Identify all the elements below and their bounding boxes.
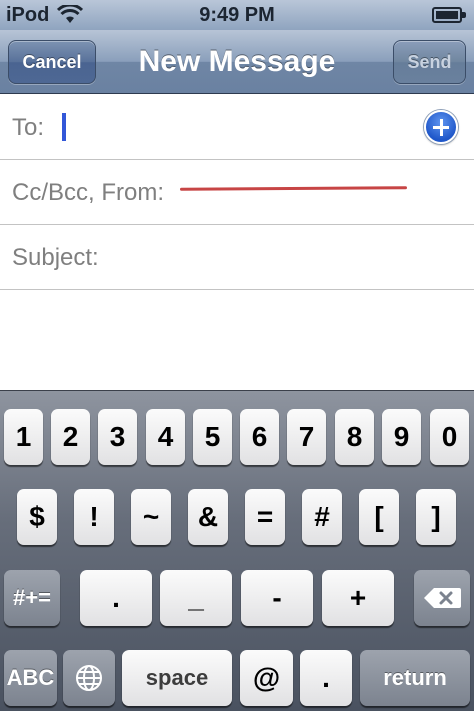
status-bar: iPod 9:49 PM [0,0,474,30]
key-9[interactable]: 9 [382,409,421,465]
abc-key[interactable]: ABC [4,650,57,706]
key-plus[interactable]: + [322,570,394,626]
key-6[interactable]: 6 [240,409,279,465]
key-equals[interactable]: = [245,489,285,545]
send-button[interactable]: Send [393,40,466,84]
more-symbols-key[interactable]: #+= [4,570,60,626]
battery-icon [432,7,466,23]
key-3[interactable]: 3 [98,409,137,465]
key-5[interactable]: 5 [193,409,232,465]
globe-key[interactable] [63,650,115,706]
key-left-bracket[interactable]: [ [359,489,399,545]
key-4[interactable]: 4 [146,409,185,465]
to-label: To: [12,114,45,141]
key-underscore[interactable]: _ [160,570,232,626]
delete-icon [424,588,461,608]
keyboard: 1 2 3 4 5 6 7 8 9 0 $ ! ~ & = # [ ] #+= … [0,390,474,711]
key-0[interactable]: 0 [430,409,469,465]
cc-bcc-from-field[interactable]: Cc/Bcc, From: [0,160,474,225]
cc-bcc-from-label: Cc/Bcc, From: [12,179,165,206]
text-cursor [62,113,66,141]
page-title: New Message [138,45,336,78]
key-1[interactable]: 1 [4,409,43,465]
key-hash[interactable]: # [302,489,342,545]
key-dollar[interactable]: $ [17,489,57,545]
subject-label: Subject: [12,244,99,271]
add-contact-button[interactable] [424,110,458,144]
message-body[interactable] [0,290,474,390]
to-field[interactable]: To: [0,95,474,160]
delete-key[interactable] [414,570,470,626]
key-at[interactable]: @ [240,650,293,706]
key-right-bracket[interactable]: ] [416,489,456,545]
carrier-label: iPod [6,3,50,26]
key-2[interactable]: 2 [51,409,90,465]
key-tilde[interactable]: ~ [131,489,171,545]
return-key[interactable]: return [360,650,470,706]
key-ampersand[interactable]: & [188,489,228,545]
key-hyphen[interactable]: - [241,570,313,626]
key-7[interactable]: 7 [287,409,326,465]
subject-field[interactable]: Subject: [0,225,474,290]
plus-icon-vertical [439,119,443,136]
key-period[interactable]: . [80,570,152,626]
wifi-icon [57,5,84,23]
redaction-mark [179,186,408,191]
key-exclamation[interactable]: ! [74,489,114,545]
key-dot[interactable]: . [300,650,352,706]
cancel-button[interactable]: Cancel [8,40,96,84]
space-key[interactable]: space [122,650,232,706]
battery-level-fill [436,11,459,19]
globe-icon [76,665,102,691]
navigation-bar: Cancel New Message Send [0,30,474,94]
status-left: iPod [6,3,84,27]
key-8[interactable]: 8 [335,409,374,465]
